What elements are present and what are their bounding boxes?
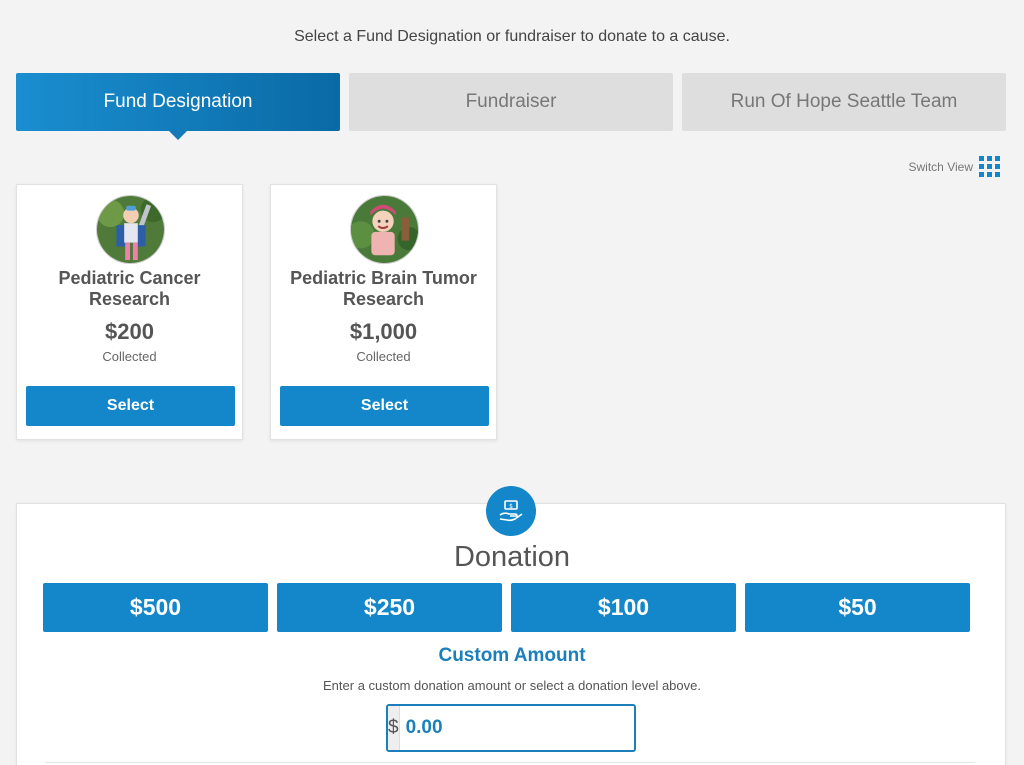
switch-view-label: Switch View — [908, 159, 973, 174]
svg-text:$: $ — [509, 503, 513, 510]
custom-amount-input[interactable] — [399, 706, 634, 750]
tab-run-of-hope-seattle-team[interactable]: Run Of Hope Seattle Team — [682, 73, 1006, 131]
custom-amount-field: $ — [386, 704, 636, 752]
donation-page: Select a Fund Designation or fundraiser … — [0, 0, 1024, 765]
donation-level-100-button[interactable]: $100 — [511, 583, 736, 632]
custom-amount-help: Enter a custom donation amount or select… — [323, 678, 701, 693]
fund-amount-collected: $1,000 — [349, 319, 418, 344]
select-button[interactable]: Select — [280, 386, 489, 426]
custom-amount-title: Custom Amount — [438, 645, 586, 666]
tab-fund-designation[interactable]: Fund Designation — [16, 73, 340, 140]
fund-avatar-photo — [350, 195, 419, 264]
select-button[interactable]: Select — [26, 386, 235, 426]
donation-level-250-button[interactable]: $250 — [277, 583, 502, 632]
fund-title: Pediatric Brain Tumor Research — [290, 268, 477, 309]
switch-view-toggle[interactable]: Switch View — [909, 156, 1000, 177]
fund-card: Pediatric Cancer Research $200 Collected… — [16, 184, 243, 440]
collected-label: Collected — [356, 349, 411, 364]
hand-money-icon: $ — [486, 486, 536, 536]
fund-amount-collected: $200 — [105, 319, 154, 344]
collected-label: Collected — [102, 349, 157, 364]
tab-fundraiser[interactable]: Fundraiser — [349, 73, 673, 131]
currency-symbol: $ — [388, 706, 400, 750]
divider — [45, 762, 975, 763]
designation-tabs: Fund Designation Fundraiser Run Of Hope … — [16, 73, 1006, 140]
fund-cards: Pediatric Cancer Research $200 Collected… — [16, 184, 497, 440]
fund-card: Pediatric Brain Tumor Research $1,000 Co… — [270, 184, 497, 440]
fund-title: Pediatric Cancer Research — [58, 268, 201, 309]
donation-level-500-button[interactable]: $500 — [43, 583, 268, 632]
intro-text: Select a Fund Designation or fundraiser … — [294, 28, 730, 45]
grid-view-icon — [979, 156, 1000, 177]
donation-level-50-button[interactable]: $50 — [745, 583, 970, 632]
donation-title: Donation — [453, 541, 571, 573]
fund-avatar-photo — [96, 195, 165, 264]
donation-levels: $500 $250 $100 $50 — [43, 583, 970, 632]
